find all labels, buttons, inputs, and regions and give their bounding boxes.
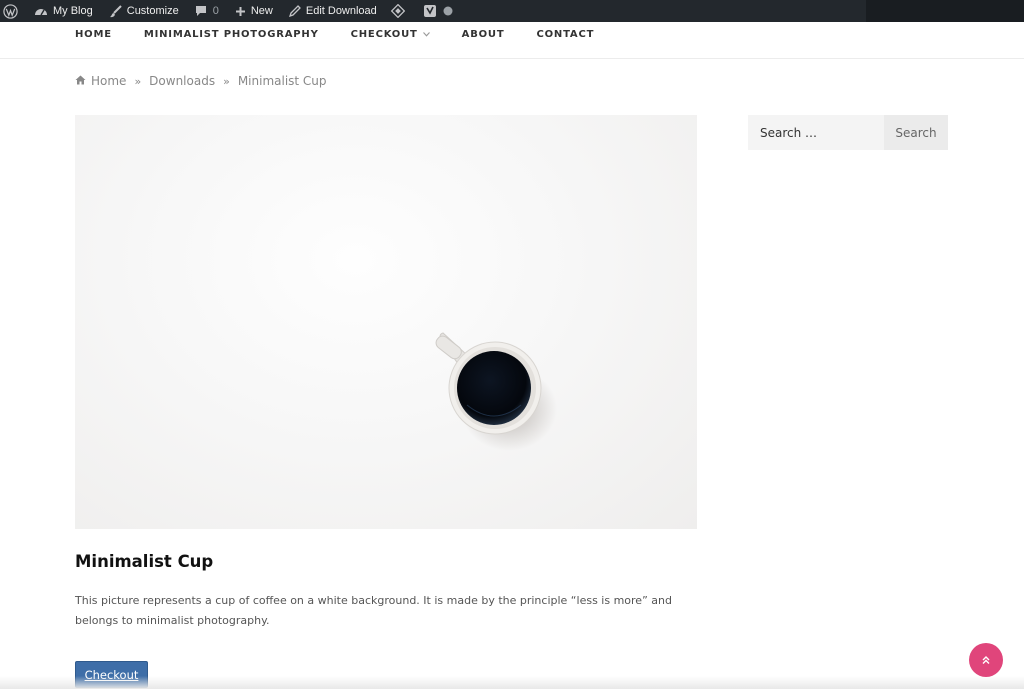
edit-download-label: Edit Download: [305, 5, 377, 17]
yoast-seo-button[interactable]: [417, 0, 443, 22]
nav-home-label: HOME: [75, 28, 112, 40]
breadcrumb-separator: »: [223, 74, 230, 88]
diamond-plugin-icon: [390, 4, 405, 18]
double-chevron-up-icon: [982, 656, 990, 664]
coffee-cup-photo: [435, 332, 557, 451]
breadcrumb-current: Minimalist Cup: [237, 74, 327, 88]
customize-button[interactable]: Customize: [103, 0, 185, 22]
breadcrumb-downloads-link[interactable]: Downloads: [149, 74, 215, 88]
dashboard-icon: [35, 9, 47, 16]
wordpress-logo-button[interactable]: [0, 0, 24, 22]
customize-label: Customize: [126, 5, 179, 17]
featured-image: [75, 115, 697, 529]
nav-item-checkout[interactable]: CHECKOUT: [351, 22, 430, 46]
home-icon: [75, 74, 86, 88]
nav-item-home[interactable]: HOME: [75, 22, 112, 46]
plus-icon: [235, 6, 245, 16]
new-label: New: [250, 5, 273, 17]
bottom-fade: [0, 676, 1024, 689]
site-name-label: My Blog: [53, 5, 93, 17]
nav-minimalist-photography-label: MINIMALIST PHOTOGRAPHY: [143, 28, 319, 40]
breadcrumb: Home » Downloads » Minimalist Cup: [75, 74, 327, 88]
chevron-down-icon: [422, 30, 430, 39]
admin-bar: My Blog Customize 0 New Edit Download: [0, 0, 1024, 22]
breadcrumb-separator: »: [134, 74, 142, 88]
site-name-button[interactable]: My Blog: [28, 0, 99, 22]
post-description: This picture represents a cup of coffee …: [75, 594, 672, 627]
admin-bar-secondary: [866, 0, 1024, 22]
nav-contact-label: CONTACT: [536, 28, 595, 40]
search-form: Search: [748, 115, 948, 150]
brush-icon: [109, 4, 122, 17]
nav-item-minimalist-photography[interactable]: MINIMALIST PHOTOGRAPHY: [144, 22, 319, 46]
yoast-icon: [423, 5, 436, 17]
pencil-icon: [288, 5, 301, 17]
plugin-diamond-button[interactable]: [385, 0, 411, 22]
main-navigation: HOME MINIMALIST PHOTOGRAPHY CHECKOUT ABO…: [0, 22, 1024, 59]
new-content-button[interactable]: New: [229, 0, 279, 22]
nav-item-about[interactable]: ABOUT: [462, 22, 505, 46]
wordpress-icon: [3, 3, 18, 19]
nav-about-label: ABOUT: [461, 28, 505, 40]
comments-button[interactable]: 0: [189, 0, 225, 22]
primary-menu: HOME MINIMALIST PHOTOGRAPHY CHECKOUT ABO…: [75, 22, 626, 46]
seo-status-button[interactable]: [443, 0, 459, 22]
status-dot-icon: [443, 6, 453, 16]
nav-checkout-label: CHECKOUT: [350, 28, 418, 40]
checkout-button[interactable]: Checkout: [75, 661, 148, 688]
comments-count: 0: [212, 5, 219, 17]
scroll-to-top-button[interactable]: [969, 643, 1003, 677]
post-title: Minimalist Cup: [75, 552, 214, 571]
search-input[interactable]: [748, 115, 884, 150]
nav-item-contact[interactable]: CONTACT: [536, 22, 594, 46]
breadcrumb-home-link[interactable]: Home: [91, 74, 126, 88]
edit-download-button[interactable]: Edit Download: [283, 0, 383, 22]
search-button[interactable]: Search: [884, 115, 948, 150]
comment-icon: [195, 6, 206, 16]
